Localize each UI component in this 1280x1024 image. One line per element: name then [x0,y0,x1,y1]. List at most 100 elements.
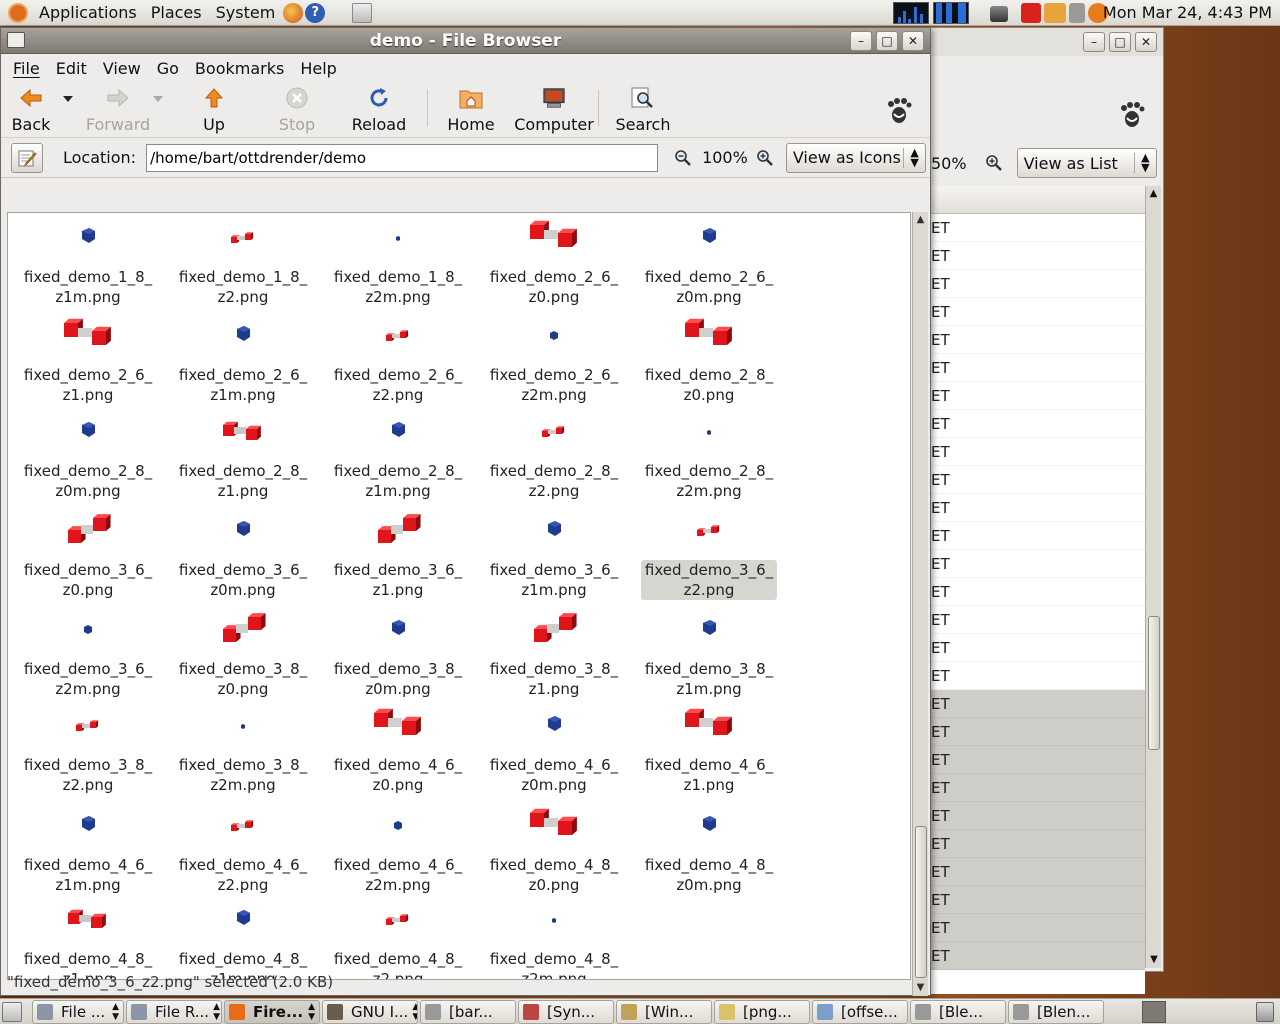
taskbar-button[interactable]: Fire... ▲ ▼ [224,999,320,1024]
menu-go[interactable]: Go [149,59,187,78]
list-row[interactable]: ET [929,886,1145,914]
back-history-dropdown-icon[interactable] [63,96,73,102]
display-icon[interactable] [990,6,1008,22]
taskbar-button[interactable]: [offse... [812,999,908,1024]
list-row[interactable]: ET [929,858,1145,886]
icon-view[interactable]: fixed_demo_1_8_ z1m.png fixed_demo_1_8_ z2… [7,212,911,980]
list-row[interactable]: ET [929,550,1145,578]
power-icon[interactable] [1021,3,1041,23]
file-icon-item[interactable]: fixed_demo_2_6_ z2m.png [486,313,622,405]
file-icon-item[interactable]: fixed_demo_4_8_ z2m.png [486,897,622,979]
background-window-titlebar[interactable]: – □ ✕ [929,28,1163,56]
menu-help[interactable]: Help [292,59,344,78]
file-icon-item[interactable]: fixed_demo_3_6_ z0.png [20,508,156,600]
applications-menu[interactable]: Applications [32,0,144,26]
file-icon-item[interactable]: fixed_demo_2_6_ z1m.png [175,313,311,405]
file-icon-item[interactable]: fixed_demo_4_8_ z1m.png [175,897,311,979]
view-mode-select[interactable]: View as Icons ▲ ▼ [785,142,926,173]
list-row[interactable]: ET [929,466,1145,494]
list-row[interactable]: ET [929,634,1145,662]
list-row[interactable]: ET [929,746,1145,774]
list-row[interactable]: ET [929,942,1145,970]
file-icon-item[interactable]: fixed_demo_2_8_ z0.png [641,313,777,405]
system-monitor[interactable] [893,2,969,24]
file-icon-item[interactable]: fixed_demo_4_8_ z2.png [330,897,466,979]
forward-history-dropdown-icon[interactable] [153,96,163,102]
trash-icon[interactable] [1256,1002,1274,1022]
file-icon-item[interactable]: fixed_demo_3_6_ z1.png [330,508,466,600]
taskbar-button[interactable]: File ... ▲ ▼ [32,999,124,1024]
clock[interactable]: Mon Mar 24, 4:43 PM [1103,0,1272,26]
file-icon-item[interactable]: fixed_demo_4_6_ z0m.png [486,703,622,795]
background-window[interactable]: – □ ✕ 50% View as List ▲ ▼ ET ET ET ET ET ET ET… [928,27,1164,994]
taskbar-button[interactable]: [Win... [616,999,712,1024]
list-row[interactable]: ET [929,326,1145,354]
file-icon-item[interactable]: fixed_demo_2_6_ z0m.png [641,215,777,307]
taskbar-button[interactable]: [Blen... [1008,999,1104,1024]
scrollbar-thumb[interactable] [915,826,927,978]
file-icon-item[interactable]: fixed_demo_4_6_ z2m.png [330,803,466,895]
file-icon-item[interactable]: fixed_demo_3_6_ z2m.png [20,607,156,699]
maximize-icon[interactable]: □ [876,31,898,51]
search-button[interactable]: Search [613,80,673,134]
list-row[interactable]: ET [929,298,1145,326]
file-icon-item[interactable]: fixed_demo_2_8_ z2m.png [641,409,777,501]
file-icon-item[interactable]: fixed_demo_3_8_ z0.png [175,607,311,699]
file-icon-item[interactable]: fixed_demo_4_6_ z2.png [175,803,311,895]
taskbar-button[interactable]: [Syn... [518,999,614,1024]
stop-button[interactable]: Stop [272,80,322,134]
home-button[interactable]: Home [446,80,496,134]
keyring-icon[interactable] [1044,3,1066,23]
list-row[interactable]: ET [929,718,1145,746]
scrollbar-thumb[interactable] [1148,616,1160,750]
scroll-up-icon[interactable]: ▲ [1146,186,1161,202]
file-icon-item[interactable]: fixed_demo_4_6_ z1m.png [20,803,156,895]
file-icon-item[interactable]: fixed_demo_3_8_ z2m.png [175,703,311,795]
list-row[interactable]: ET [929,494,1145,522]
taskbar-button[interactable]: [Ble... [910,999,1006,1024]
file-icon-item[interactable]: fixed_demo_3_8_ z0m.png [330,607,466,699]
reload-button[interactable]: Reload [349,80,409,134]
list-row[interactable]: ET [929,662,1145,690]
menu-edit[interactable]: Edit [48,59,95,78]
window-menu-icon[interactable] [7,32,25,48]
back-button[interactable]: Back [11,80,51,134]
firefox-launcher-icon[interactable] [283,2,304,23]
list-row[interactable]: ET [929,410,1145,438]
file-icon-item[interactable]: fixed_demo_2_8_ z0m.png [20,409,156,501]
up-button[interactable]: Up [189,80,239,134]
minimize-icon[interactable]: – [1083,32,1105,52]
workspace-switcher[interactable] [1142,1001,1166,1023]
scroll-down-icon[interactable]: ▼ [1146,952,1162,968]
list-row[interactable]: ET [929,690,1145,718]
background-scrollbar[interactable]: ▲ ▼ [1145,186,1161,968]
maximize-icon[interactable]: □ [1109,32,1131,52]
system-menu[interactable]: System [209,0,283,26]
network-launcher-icon[interactable] [352,2,373,23]
file-icon-item[interactable]: fixed_demo_4_6_ z0.png [330,703,466,795]
file-icon-item[interactable]: fixed_demo_2_6_ z1.png [20,313,156,405]
file-icon-item[interactable]: fixed_demo_2_6_ z0.png [486,215,622,307]
file-icon-item[interactable]: fixed_demo_4_8_ z0.png [486,803,622,895]
zoom-out-icon[interactable] [672,147,694,169]
menu-view[interactable]: View [95,59,149,78]
location-input[interactable] [146,143,659,172]
list-row[interactable]: ET [929,270,1145,298]
taskbar-button[interactable]: File R... ▲ ▼ [126,999,222,1024]
forward-button[interactable]: Forward [83,80,153,134]
help-launcher-icon[interactable]: ? [305,2,326,23]
window-titlebar[interactable]: demo - File Browser – □ ✕ [1,28,930,54]
volume-icon[interactable] [1069,3,1085,23]
taskbar-button[interactable]: GNU I...▲▼ [322,999,418,1024]
close-icon[interactable]: ✕ [902,31,924,51]
taskbar-button[interactable]: [png... [714,999,810,1024]
list-row[interactable]: ET [929,242,1145,270]
file-icon-item[interactable]: fixed_demo_4_8_ z1.png [20,897,156,979]
file-icon-item[interactable]: fixed_demo_3_8_ z1.png [486,607,622,699]
ubuntu-logo-icon[interactable] [8,2,28,23]
show-desktop-icon[interactable] [2,1001,22,1022]
file-icon-item[interactable]: fixed_demo_1_8_ z1m.png [20,215,156,307]
file-icon-item[interactable]: fixed_demo_3_6_ z0m.png [175,508,311,600]
taskbar-button[interactable]: [bar... [420,999,516,1024]
file-icon-item[interactable]: fixed_demo_2_8_ z2.png [486,409,622,501]
